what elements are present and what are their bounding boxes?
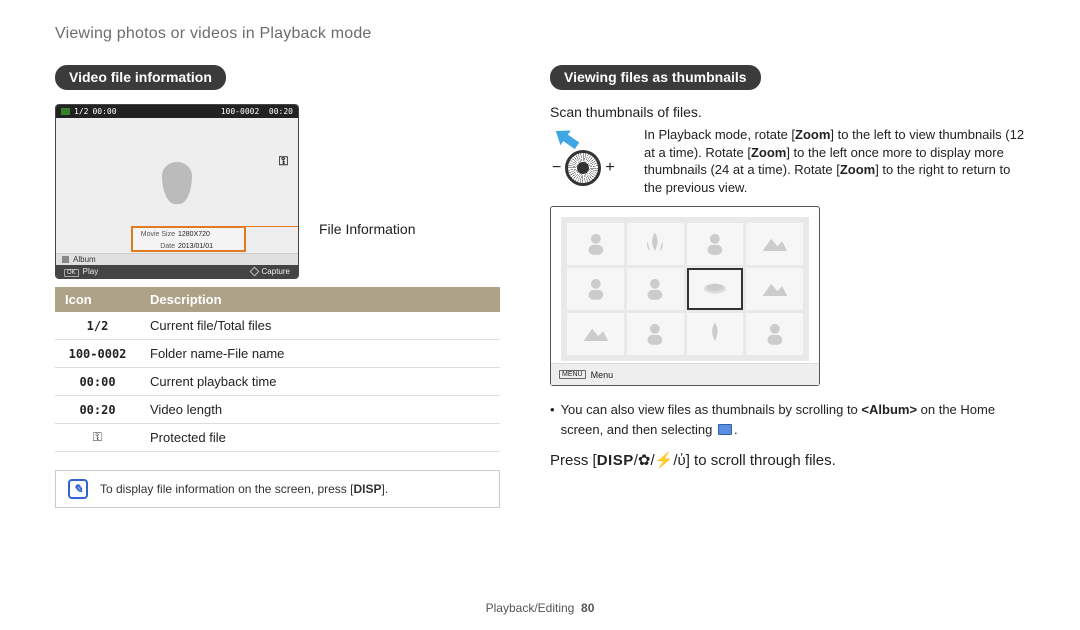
key-icon: ⚿	[55, 424, 140, 452]
zoom-instructions: In Playback mode, rotate [Zoom] to the l…	[644, 126, 1030, 196]
page-title: Viewing photos or videos in Playback mod…	[55, 25, 1030, 43]
thumb-menu-label: Menu	[591, 370, 614, 380]
lcd-time: 00:00	[92, 107, 116, 116]
file-info-caption: File Information	[319, 221, 415, 237]
section-video-info: Video file information	[55, 65, 226, 90]
leader-line	[245, 226, 299, 227]
capture-icon	[249, 267, 259, 277]
icon-table: Icon Description 1/2Current file/Total f…	[55, 287, 500, 452]
thumb-cell	[627, 223, 684, 265]
thumb-cell	[567, 313, 624, 355]
play-label: Play	[83, 267, 99, 276]
thumb-cell	[687, 223, 744, 265]
info-row-label: Date	[137, 241, 175, 252]
minus-icon: −	[552, 160, 561, 176]
album-icon	[62, 256, 69, 263]
file-info-box: Movie Size1280X720 Date2013/01/01	[131, 226, 246, 252]
album-tile-icon	[718, 424, 732, 435]
video-lcd: 1/2 00:00 100-0002 00:20 ⚿ Movie Size128…	[55, 104, 299, 279]
menu-button-icon: MENU	[559, 370, 586, 379]
thumb-cell	[746, 223, 803, 265]
thumb-cell	[746, 313, 803, 355]
thumb-cell	[567, 223, 624, 265]
section-thumbnails: Viewing files as thumbnails	[550, 65, 761, 90]
table-row: 00:00Current playback time	[55, 368, 500, 396]
thumb-cell	[567, 268, 624, 310]
table-row: 100-0002Folder name-File name	[55, 340, 500, 368]
table-row: ⚿Protected file	[55, 424, 500, 452]
thumb-cell	[627, 268, 684, 310]
lcd-fileno: 100-0002	[221, 107, 260, 116]
plus-icon: +	[605, 160, 614, 176]
thumb-cell	[687, 313, 744, 355]
zoom-dial-icon	[565, 150, 601, 186]
video-icon	[61, 108, 70, 115]
lcd-length: 00:20	[269, 107, 293, 116]
th-icon: Icon	[55, 287, 140, 312]
page-footer: Playback/Editing 80	[0, 601, 1080, 615]
thumbnails-intro: Scan thumbnails of files.	[550, 104, 1030, 120]
scroll-instruction: Press [DISP/✿/⚡/ὐ] to scroll through fil…	[550, 451, 1030, 469]
note-text: To display file information on the scree…	[100, 482, 388, 496]
ok-button-icon: OK	[64, 269, 79, 277]
album-label: Album	[73, 255, 96, 264]
thumb-cell	[746, 268, 803, 310]
info-row-value: 1280X720	[178, 229, 210, 241]
lcd-preview: ⚿ Movie Size1280X720 Date2013/01/01	[56, 118, 298, 253]
info-row-label: Movie Size	[137, 229, 175, 241]
thumb-cell-selected	[687, 268, 744, 310]
note-icon: ✎	[68, 479, 88, 499]
table-row: 00:20Video length	[55, 396, 500, 424]
zoom-diagram: − +	[550, 126, 630, 192]
info-row-value: 2013/01/01	[178, 241, 213, 252]
lcd-index: 1/2	[74, 107, 88, 116]
table-row: 1/2Current file/Total files	[55, 312, 500, 340]
bullet-item: You can also view files as thumbnails by…	[550, 400, 1030, 439]
protected-icon: ⚿	[279, 154, 288, 169]
th-desc: Description	[140, 287, 500, 312]
thumb-cell	[627, 313, 684, 355]
thumbnail-lcd: MENU Menu	[550, 206, 820, 386]
info-note: ✎ To display file information on the scr…	[55, 470, 500, 508]
capture-label: Capture	[262, 267, 290, 276]
